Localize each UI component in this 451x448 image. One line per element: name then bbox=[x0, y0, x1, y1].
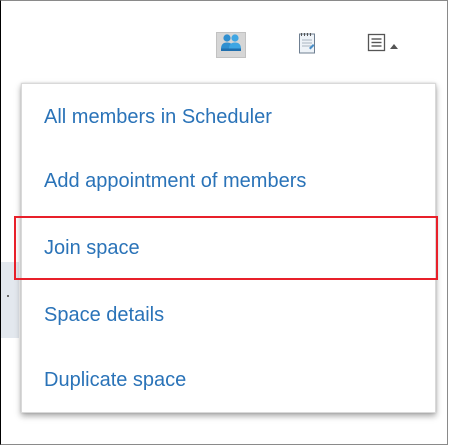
options-menu-button[interactable] bbox=[360, 30, 404, 60]
menu-item-space-details[interactable]: Space details bbox=[22, 284, 435, 346]
menu-item-label: Duplicate space bbox=[44, 368, 187, 391]
members-button[interactable] bbox=[216, 32, 246, 58]
background-strip bbox=[1, 262, 19, 338]
menu-item-label: Join space bbox=[44, 236, 140, 259]
menu-item-all-members-in-scheduler[interactable]: All members in Scheduler bbox=[22, 86, 435, 148]
menu-item-add-appointment-of-members[interactable]: Add appointment of members bbox=[22, 150, 435, 212]
list-menu-icon bbox=[367, 33, 387, 58]
menu-item-label: All members in Scheduler bbox=[44, 105, 272, 128]
menu-item-label: Space details bbox=[44, 303, 165, 326]
people-icon bbox=[220, 33, 242, 58]
notepad-icon bbox=[298, 31, 316, 60]
caret-up-icon bbox=[389, 36, 398, 54]
options-dropdown-menu: All members in Scheduler Add appointment… bbox=[21, 83, 436, 413]
menu-item-join-space[interactable]: Join space bbox=[22, 217, 435, 279]
toolbar bbox=[0, 30, 451, 60]
menu-item-label: Add appointment of members bbox=[44, 169, 307, 192]
menu-item-duplicate-space[interactable]: Duplicate space bbox=[22, 349, 435, 411]
notes-button[interactable] bbox=[292, 30, 322, 60]
background-marker bbox=[7, 295, 9, 297]
